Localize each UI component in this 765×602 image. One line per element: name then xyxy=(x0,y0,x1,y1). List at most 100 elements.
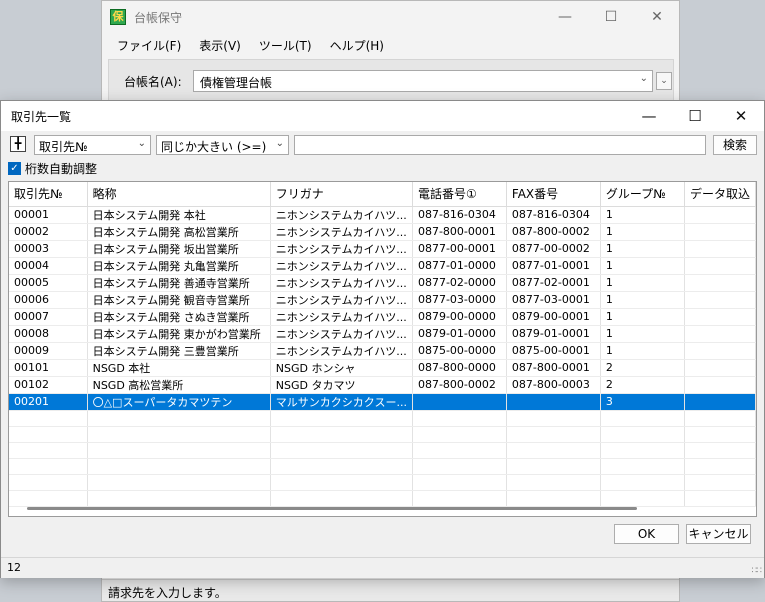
cell-fax: 0879-01-0001 xyxy=(506,325,601,343)
cell-data-import xyxy=(684,291,756,309)
menu-tools[interactable]: ツール(T) xyxy=(250,37,321,54)
cell-short-name: 日本システム開発 さぬき営業所 xyxy=(87,308,271,326)
table-row[interactable]: 00101 NSGD 本社 NSGD ホンシャ 087-800-0000 087-800… xyxy=(9,359,756,377)
col-header-short-name[interactable]: 略称 xyxy=(87,182,271,207)
search-toolbar: ╋ 取引先№ ⌄ 同じか大きい (>=) ⌄ 検索 xyxy=(1,134,764,156)
table-row[interactable]: 00001 日本システム開発 本社 ニホンシステムカイハツ... 087-816-03… xyxy=(9,206,756,224)
main-status-bar: 請求先を入力します。 xyxy=(102,579,679,601)
empty-row xyxy=(9,426,756,443)
record-count: 12 xyxy=(7,561,21,574)
table-row[interactable]: 00201 〇△□スーパータカマツテン マルサンカクシカクスー... 3 xyxy=(9,393,756,411)
table-row[interactable]: 00102 NSGD 高松営業所 NSGD タカマツ 087-800-0002 087-… xyxy=(9,376,756,394)
cell-group-no: 1 xyxy=(600,206,685,224)
empty-cell xyxy=(9,426,88,443)
field-select[interactable]: 取引先№ ⌄ xyxy=(34,135,151,155)
cancel-button[interactable]: キャンセル xyxy=(686,524,751,544)
cell-short-name: 日本システム開発 観音寺営業所 xyxy=(87,291,271,309)
empty-cell xyxy=(9,442,88,459)
table-row[interactable]: 00003 日本システム開発 坂出営業所 ニホンシステムカイハツ... 0877-00… xyxy=(9,240,756,258)
search-button[interactable]: 検索 xyxy=(713,135,757,155)
empty-cell xyxy=(600,458,685,475)
empty-cell xyxy=(684,458,756,475)
col-header-furigana[interactable]: フリガナ xyxy=(270,182,413,207)
cell-data-import xyxy=(684,206,756,224)
column-settings-icon[interactable]: ╋ xyxy=(10,136,26,152)
operator-select[interactable]: 同じか大きい (>=) ⌄ xyxy=(156,135,289,155)
table-row[interactable]: 00006 日本システム開発 観音寺営業所 ニホンシステムカイハツ... 0877-0… xyxy=(9,291,756,309)
empty-cell xyxy=(412,490,507,507)
empty-cell xyxy=(506,426,601,443)
cell-short-name: NSGD 本社 xyxy=(87,359,271,377)
cell-short-name: 日本システム開発 高松営業所 xyxy=(87,223,271,241)
cell-furigana: ニホンシステムカイハツ... xyxy=(270,342,413,360)
menu-help[interactable]: ヘルプ(H) xyxy=(321,37,393,54)
operator-select-value: 同じか大きい (>=) xyxy=(161,140,267,154)
maximize-icon[interactable]: ☐ xyxy=(672,101,718,131)
cell-furigana: ニホンシステムカイハツ... xyxy=(270,223,413,241)
table-row[interactable]: 00009 日本システム開発 三豊営業所 ニホンシステムカイハツ... 0875-00… xyxy=(9,342,756,360)
table-row[interactable]: 00005 日本システム開発 善通寺営業所 ニホンシステムカイハツ... 0877-0… xyxy=(9,274,756,292)
customer-grid[interactable]: 取引先№ 略称 フリガナ 電話番号① FAX番号 グループ№ データ取込 000… xyxy=(8,181,757,517)
cell-fax: 087-816-0304 xyxy=(506,206,601,224)
chevron-down-icon: ⌄ xyxy=(275,138,284,149)
empty-cell xyxy=(270,426,413,443)
ok-button[interactable]: OK xyxy=(614,524,679,544)
resize-grip-icon[interactable]: ∷∷ xyxy=(752,566,763,576)
empty-cell xyxy=(412,458,507,475)
cell-group-no: 1 xyxy=(600,240,685,258)
cell-group-no: 1 xyxy=(600,274,685,292)
empty-cell xyxy=(87,474,271,491)
col-header-fax[interactable]: FAX番号 xyxy=(506,182,601,207)
empty-cell xyxy=(9,458,88,475)
ledger-select[interactable]: 債権管理台帳 ⌄ xyxy=(193,70,653,92)
cell-customer-no: 00002 xyxy=(9,223,88,241)
col-header-group-no[interactable]: グループ№ xyxy=(600,182,685,207)
cell-group-no: 1 xyxy=(600,291,685,309)
close-icon[interactable]: ✕ xyxy=(718,101,764,131)
empty-cell xyxy=(506,442,601,459)
minimize-icon[interactable]: — xyxy=(542,1,588,33)
cell-furigana: ニホンシステムカイハツ... xyxy=(270,291,413,309)
table-row[interactable]: 00008 日本システム開発 東かがわ営業所 ニホンシステムカイハツ... 0879-… xyxy=(9,325,756,343)
cell-data-import xyxy=(684,257,756,275)
cell-customer-no: 00006 xyxy=(9,291,88,309)
main-titlebar: 保 台帳保守 — ☐ ✕ xyxy=(102,1,679,33)
cell-phone: 087-800-0002 xyxy=(412,376,507,394)
empty-cell xyxy=(9,410,88,427)
dialog-title: 取引先一覧 xyxy=(11,109,72,124)
empty-cell xyxy=(412,474,507,491)
autofit-option[interactable]: ✓ 桁数自動調整 xyxy=(8,160,97,177)
cell-customer-no: 00009 xyxy=(9,342,88,360)
cell-phone xyxy=(412,393,507,411)
cell-customer-no: 00005 xyxy=(9,274,88,292)
empty-cell xyxy=(9,474,88,491)
menu-view[interactable]: 表示(V) xyxy=(190,37,250,54)
menu-file[interactable]: ファイル(F) xyxy=(108,37,190,54)
cell-short-name: 日本システム開発 坂出営業所 xyxy=(87,240,271,258)
empty-cell xyxy=(87,410,271,427)
empty-cell xyxy=(87,426,271,443)
empty-cell xyxy=(270,474,413,491)
empty-cell xyxy=(412,442,507,459)
col-header-data-import[interactable]: データ取込 xyxy=(684,182,756,207)
col-header-phone[interactable]: 電話番号① xyxy=(412,182,507,207)
empty-cell xyxy=(506,410,601,427)
col-header-customer-no[interactable]: 取引先№ xyxy=(9,182,88,207)
minimize-icon[interactable]: — xyxy=(626,101,672,131)
cell-phone: 087-800-0001 xyxy=(412,223,507,241)
cell-furigana: ニホンシステムカイハツ... xyxy=(270,325,413,343)
cell-short-name: 日本システム開発 本社 xyxy=(87,206,271,224)
cell-short-name: 日本システム開発 東かがわ営業所 xyxy=(87,325,271,343)
table-row[interactable]: 00007 日本システム開発 さぬき営業所 ニホンシステムカイハツ... 0879-0… xyxy=(9,308,756,326)
ledger-dropdown-button[interactable]: ⌄ xyxy=(656,72,672,90)
table-row[interactable]: 00002 日本システム開発 高松営業所 ニホンシステムカイハツ... 087-800… xyxy=(9,223,756,241)
close-icon[interactable]: ✕ xyxy=(634,1,680,33)
cell-fax: 087-800-0001 xyxy=(506,359,601,377)
cell-furigana: マルサンカクシカクスー... xyxy=(270,393,413,411)
empty-row xyxy=(9,490,756,507)
search-input[interactable] xyxy=(294,135,706,155)
checkmark-icon[interactable]: ✓ xyxy=(8,162,21,175)
horizontal-scrollbar[interactable] xyxy=(27,507,637,510)
table-row[interactable]: 00004 日本システム開発 丸亀営業所 ニホンシステムカイハツ... 0877-01… xyxy=(9,257,756,275)
maximize-icon[interactable]: ☐ xyxy=(588,1,634,33)
